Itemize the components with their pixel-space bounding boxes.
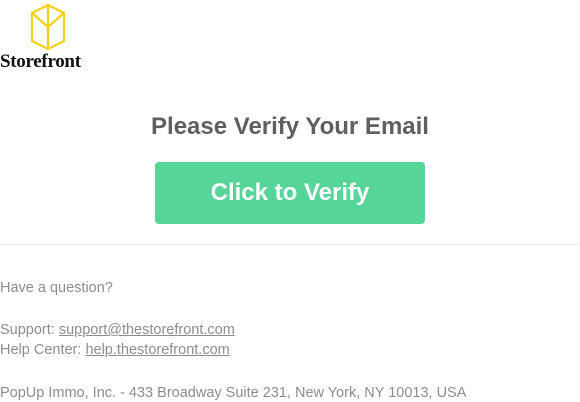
help-center-line: Help Center: help.thestorefront.com bbox=[0, 342, 230, 358]
support-email-link[interactable]: support@thestorefront.com bbox=[59, 322, 235, 338]
support-line: Support: support@thestorefront.com bbox=[0, 322, 235, 338]
company-address: PopUp Immo, Inc. - 433 Broadway Suite 23… bbox=[0, 385, 467, 401]
support-label: Support: bbox=[0, 322, 55, 338]
logo-wordmark: Storefront bbox=[0, 51, 81, 72]
storefront-logo-icon bbox=[30, 3, 66, 51]
storefront-logo: Storefront bbox=[0, 3, 100, 72]
verify-button[interactable]: Click to Verify bbox=[155, 162, 425, 224]
divider bbox=[0, 244, 580, 245]
help-center-label: Help Center: bbox=[0, 342, 82, 358]
page-title: Please Verify Your Email bbox=[151, 113, 429, 140]
help-center-link[interactable]: help.thestorefront.com bbox=[85, 342, 229, 358]
question-text: Have a question? bbox=[0, 280, 113, 296]
